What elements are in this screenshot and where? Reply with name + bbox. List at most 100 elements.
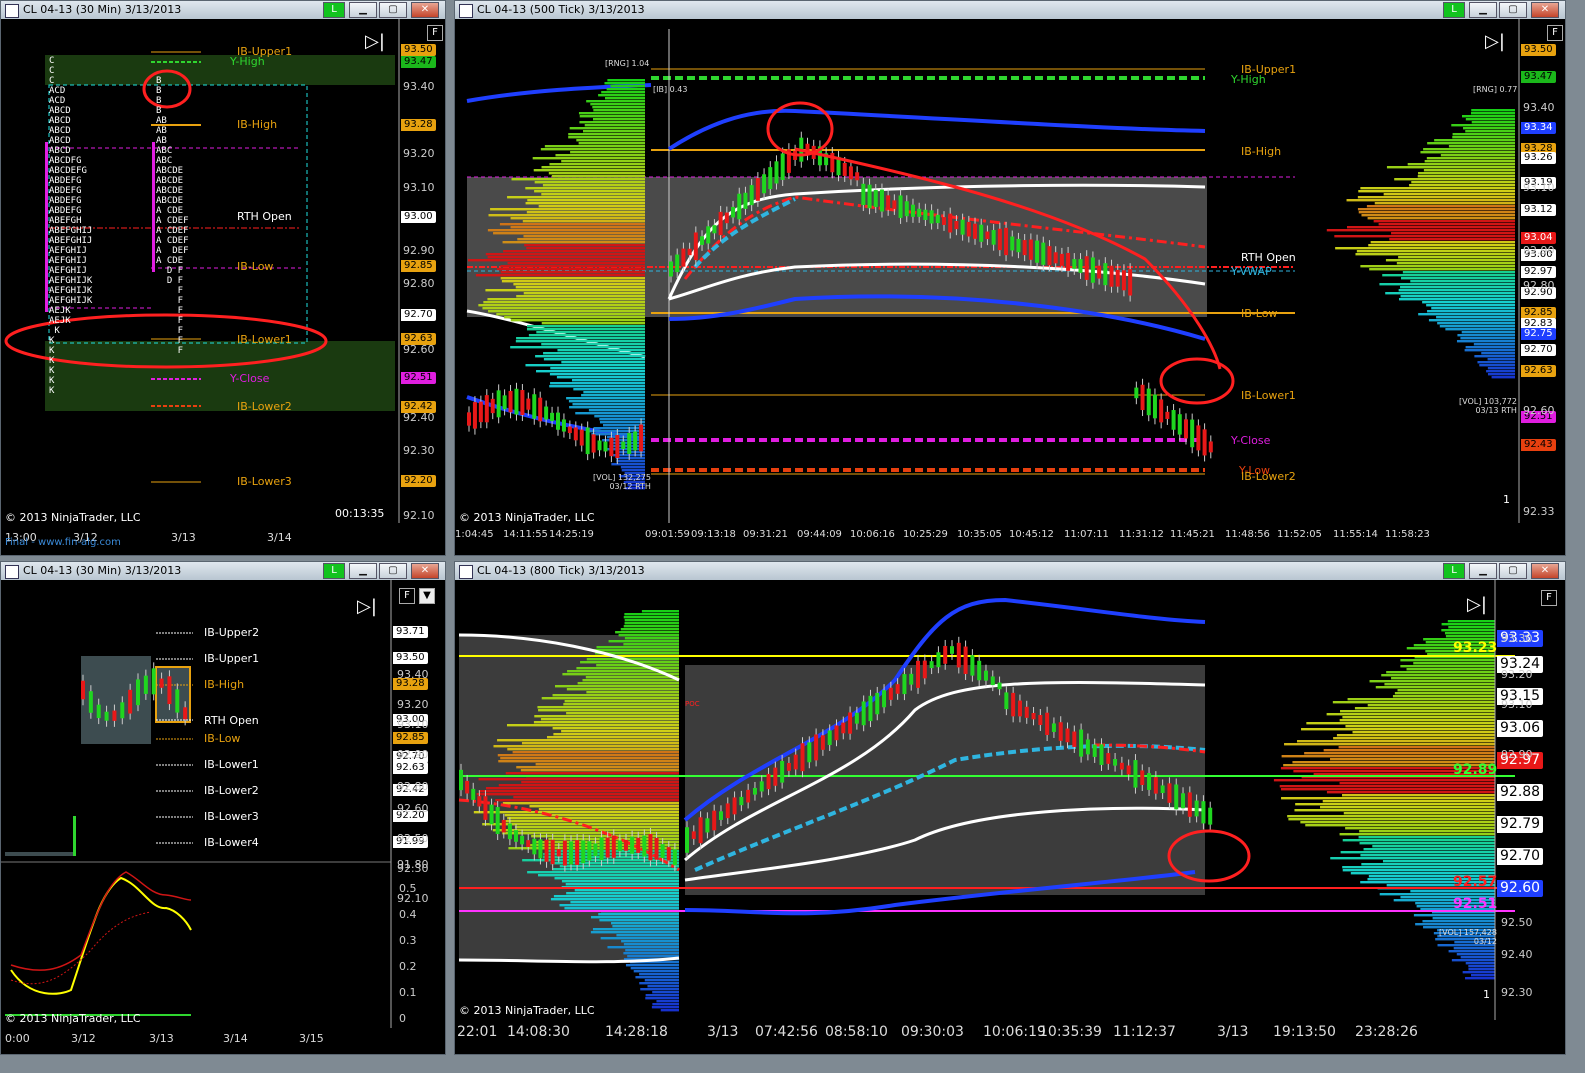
profile-bar bbox=[533, 169, 645, 172]
profile-bar bbox=[488, 214, 645, 217]
profile-bar bbox=[1400, 665, 1495, 668]
candle-body bbox=[700, 236, 705, 245]
profile-bar bbox=[645, 997, 679, 1000]
window-titlebar[interactable]: CL 04-13 (500 Tick) 3/13/2013 L ▁ ▢ ✕ bbox=[455, 1, 1565, 19]
chart-plot-area[interactable]: POC [VOL] 157,428 03/12 93.23 92.89 92.57 9… bbox=[455, 580, 1565, 1054]
profile-bar bbox=[1401, 277, 1515, 280]
profile-bar bbox=[550, 898, 679, 901]
profile-bar bbox=[1441, 629, 1495, 632]
poc-label: POC bbox=[685, 700, 700, 708]
time-tick-label: 3/13 bbox=[1217, 1024, 1249, 1040]
maximize-button[interactable]: ▢ bbox=[379, 2, 407, 18]
candle-body bbox=[922, 660, 927, 679]
play-icon[interactable]: ▷| bbox=[1485, 31, 1505, 52]
candle-body bbox=[538, 397, 543, 422]
candle-body bbox=[888, 687, 893, 700]
chart-window-30min-ib[interactable]: CL 04-13 (30 Min) 3/13/2013 L ▁ ▢ ✕ IB-U… bbox=[0, 561, 446, 1055]
chart-window-30min-profile[interactable]: CL 04-13 (30 Min) 3/13/2013 L ▁ ▢ ✕ C C … bbox=[0, 0, 446, 556]
profile-bar bbox=[1491, 376, 1515, 379]
candle-body bbox=[88, 691, 93, 713]
profile-bar bbox=[1426, 157, 1515, 160]
candle-body bbox=[1106, 753, 1111, 764]
profile-bar bbox=[1407, 163, 1515, 166]
candle-body bbox=[827, 730, 832, 745]
f-button[interactable]: F bbox=[1541, 590, 1557, 606]
price-tick-label: 92.50 bbox=[1501, 916, 1533, 929]
play-icon[interactable]: ▷| bbox=[365, 31, 385, 52]
candle-body bbox=[1181, 793, 1186, 809]
price-tag: 93.50 bbox=[1521, 44, 1556, 56]
level-label: IB-Low bbox=[204, 732, 241, 745]
maximize-button[interactable]: ▢ bbox=[1499, 563, 1527, 579]
live-button[interactable]: L bbox=[1443, 563, 1465, 579]
profile-bar bbox=[487, 298, 645, 301]
profile-bar bbox=[1409, 184, 1515, 187]
candle-body bbox=[1004, 692, 1009, 710]
profile-bar bbox=[607, 946, 679, 949]
chart-window-800tick[interactable]: CL 04-13 (800 Tick) 3/13/2013 L ▁ ▢ ✕ PO… bbox=[454, 561, 1566, 1055]
candle-body bbox=[898, 195, 903, 218]
profile-bar bbox=[578, 142, 645, 145]
f-button[interactable]: F bbox=[427, 25, 443, 41]
close-button[interactable]: ✕ bbox=[1531, 563, 1559, 579]
volume-bar bbox=[73, 816, 76, 856]
chart-plot-area[interactable]: C C C ACD ACD ABCD ABCD ABCD ABCD ABCD A… bbox=[1, 19, 445, 555]
price-tick-label: 93.30 bbox=[1501, 632, 1533, 645]
profile-bar bbox=[585, 676, 679, 679]
profile-bar bbox=[487, 256, 645, 259]
close-button[interactable]: ✕ bbox=[411, 2, 439, 18]
candle-body bbox=[759, 781, 764, 792]
close-button[interactable]: ✕ bbox=[411, 563, 439, 579]
profile-bar bbox=[1445, 328, 1515, 331]
dropdown-icon[interactable]: ▼ bbox=[419, 588, 435, 604]
play-icon[interactable]: ▷| bbox=[357, 596, 377, 617]
time-tick-label: 10:35:39 bbox=[1039, 1024, 1102, 1040]
profile-bar bbox=[627, 955, 679, 958]
profile-bar bbox=[599, 421, 645, 424]
chart-plot-area[interactable]: [RNG] 1.04 [IB] 0.43 [RNG] 0.77 [VOL] 13… bbox=[455, 19, 1565, 555]
window-titlebar[interactable]: CL 04-13 (30 Min) 3/13/2013 L ▁ ▢ ✕ bbox=[1, 562, 445, 580]
chart-window-500tick[interactable]: CL 04-13 (500 Tick) 3/13/2013 L ▁ ▢ ✕ [R… bbox=[454, 0, 1566, 556]
minimize-button[interactable]: ▁ bbox=[1469, 563, 1497, 579]
rng-label-right: [RNG] 0.77 bbox=[1473, 85, 1518, 94]
maximize-button[interactable]: ▢ bbox=[1499, 2, 1527, 18]
profile-bar bbox=[488, 310, 645, 313]
maximize-button[interactable]: ▢ bbox=[379, 563, 407, 579]
live-button[interactable]: L bbox=[323, 2, 345, 18]
f-button[interactable]: F bbox=[1547, 25, 1563, 41]
f-button[interactable]: F bbox=[399, 588, 415, 604]
candle-body bbox=[175, 689, 180, 713]
profile-bar bbox=[568, 133, 645, 136]
profile-bar bbox=[549, 163, 645, 166]
candle-body bbox=[648, 833, 653, 861]
minimize-button[interactable]: ▁ bbox=[349, 2, 377, 18]
live-button[interactable]: L bbox=[1443, 2, 1465, 18]
candle-body bbox=[895, 684, 900, 694]
profile-bar bbox=[526, 328, 645, 331]
minimize-button[interactable]: ▁ bbox=[349, 563, 377, 579]
profile-bar bbox=[1464, 349, 1515, 352]
candle-body bbox=[615, 434, 620, 459]
play-icon[interactable]: ▷| bbox=[1467, 594, 1487, 615]
window-titlebar[interactable]: CL 04-13 (800 Tick) 3/13/2013 L ▁ ▢ ✕ bbox=[455, 562, 1565, 580]
candle-body bbox=[712, 225, 717, 234]
profile-bar bbox=[1358, 190, 1515, 193]
level-label: RTH Open bbox=[204, 714, 259, 727]
candle-body bbox=[483, 796, 488, 820]
live-button[interactable]: L bbox=[323, 563, 345, 579]
profile-bar bbox=[1345, 725, 1495, 728]
profile-bar bbox=[656, 1000, 679, 1003]
candle-body bbox=[977, 660, 982, 681]
minimize-button[interactable]: ▁ bbox=[1469, 2, 1497, 18]
candle-body bbox=[948, 213, 953, 233]
price-tick-label: 92.33 bbox=[1523, 505, 1555, 518]
candle-body bbox=[979, 224, 984, 242]
profile-bar bbox=[510, 319, 645, 322]
window-titlebar[interactable]: CL 04-13 (30 Min) 3/13/2013 L ▁ ▢ ✕ bbox=[1, 1, 445, 19]
profile-bar bbox=[1410, 890, 1495, 893]
chart-plot-area[interactable]: IB-Upper2 IB-Upper1 IB-High RTH Open IB-Low I… bbox=[1, 580, 445, 1054]
profile-bar bbox=[582, 679, 679, 682]
profile-bar bbox=[550, 382, 645, 385]
close-button[interactable]: ✕ bbox=[1531, 2, 1559, 18]
candle-body bbox=[956, 642, 961, 668]
